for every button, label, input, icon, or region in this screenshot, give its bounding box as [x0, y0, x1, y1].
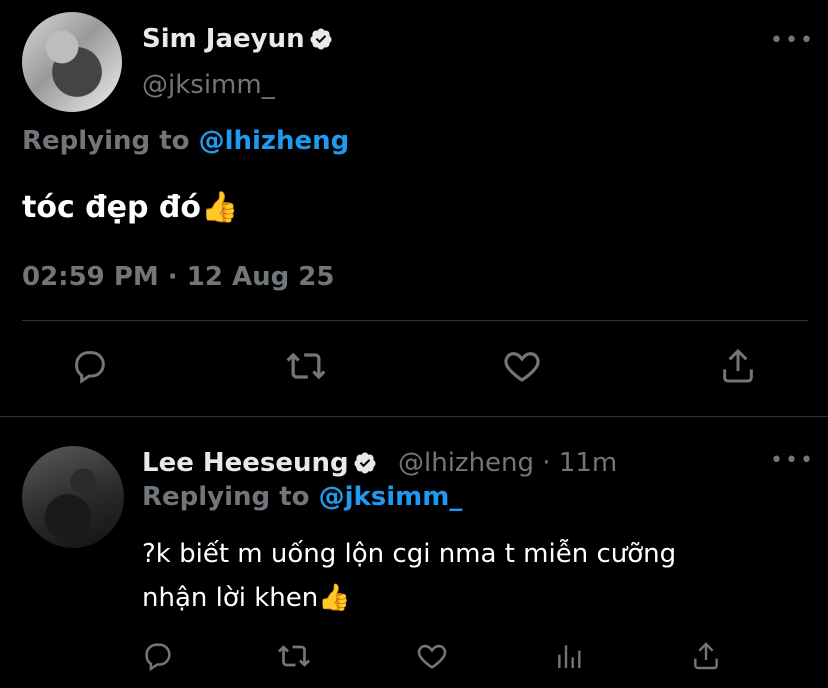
tweet-actions	[0, 344, 828, 394]
like-button[interactable]	[500, 344, 544, 388]
analytics-button[interactable]	[548, 634, 592, 678]
share-icon	[694, 642, 718, 670]
reply-author-name[interactable]: Lee Heeseung	[142, 448, 377, 478]
share-button[interactable]	[716, 344, 760, 388]
avatar-sim-jaeyun[interactable]	[22, 12, 122, 112]
verified-badge-icon	[354, 452, 376, 474]
retweet-icon	[278, 645, 310, 667]
reply-button[interactable]	[136, 634, 180, 678]
author-handle[interactable]: @jksimm_	[142, 70, 275, 100]
more-options-icon[interactable]: •••	[770, 448, 815, 473]
reply-mention-link[interactable]: @jksimm_	[319, 482, 463, 512]
share-button[interactable]	[684, 634, 728, 678]
reply-text: ?k biết m uống lộn cgi nma t miễn cưỡng …	[142, 532, 782, 620]
reply-actions	[0, 634, 828, 678]
focused-tweet: Sim Jaeyun @jksimm_ ••• Replying to @lhi…	[0, 0, 828, 416]
more-options-icon[interactable]: •••	[770, 28, 815, 53]
like-button[interactable]	[410, 634, 454, 678]
reply-handle-time[interactable]: @lhizheng · 11m	[398, 448, 617, 478]
tweet-timestamp[interactable]: 02:59 PM · 12 Aug 25	[22, 262, 334, 292]
retweet-button[interactable]	[272, 634, 316, 678]
reply-icon	[75, 351, 105, 384]
reply-text-line: nhận lời khen👍	[142, 583, 351, 613]
reply-icon	[145, 643, 171, 672]
replying-to: Replying to @lhizheng	[22, 126, 349, 156]
avatar-lee-heeseung[interactable]	[22, 446, 124, 548]
like-icon	[504, 352, 540, 382]
tweet-text: tóc đẹp đó👍	[22, 190, 239, 225]
like-icon	[417, 644, 447, 669]
tweet-separator	[0, 416, 828, 417]
reply-author-name-text: Lee Heeseung	[142, 448, 349, 478]
author-name[interactable]: Sim Jaeyun	[142, 24, 333, 54]
replying-prefix: Replying to	[22, 126, 199, 156]
divider	[22, 320, 808, 321]
share-icon	[723, 348, 753, 383]
reply-mention-link[interactable]: @lhizheng	[199, 126, 350, 156]
reply-button[interactable]	[68, 344, 112, 388]
analytics-icon	[558, 645, 581, 668]
retweet-button[interactable]	[284, 344, 328, 388]
retweet-icon	[286, 352, 326, 380]
reply-replying-to: Replying to @jksimm_	[142, 482, 462, 512]
author-name-text: Sim Jaeyun	[142, 24, 305, 54]
verified-badge-icon	[310, 28, 332, 50]
replying-prefix: Replying to	[142, 482, 319, 512]
reply-text-line: ?k biết m uống lộn cgi nma t miễn cưỡng	[142, 539, 677, 569]
